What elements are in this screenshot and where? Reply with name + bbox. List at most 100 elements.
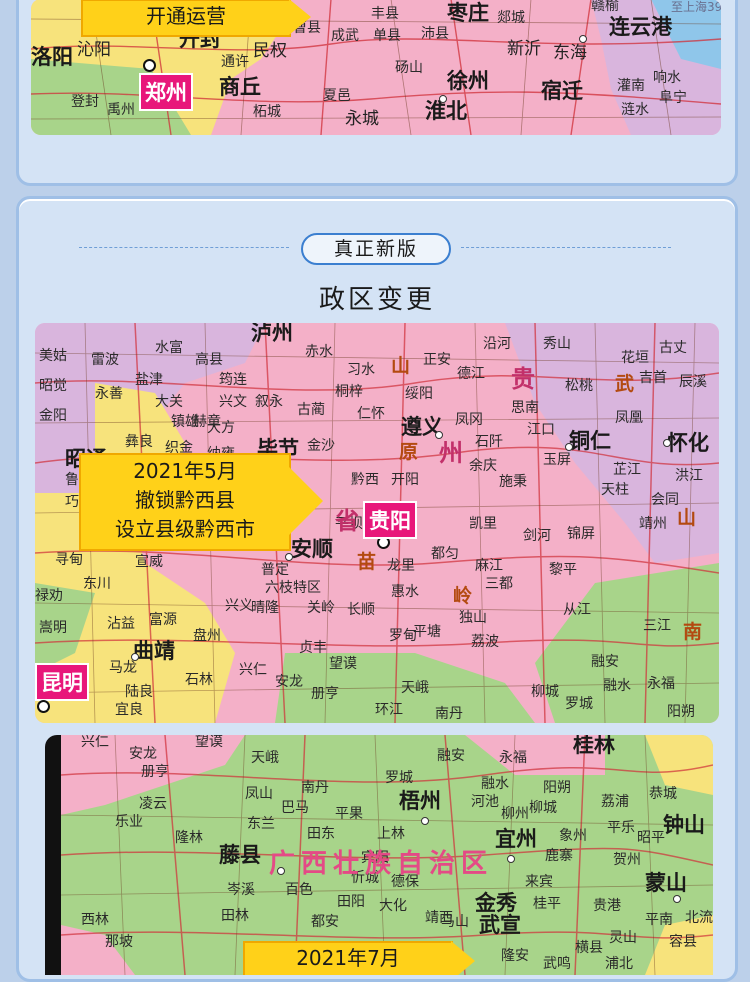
city-dot-icon: [507, 855, 515, 863]
place-label: 锦屏: [567, 526, 595, 542]
place-label: 兴仁: [81, 735, 109, 750]
place-label: 涟水: [621, 102, 649, 118]
place-label: 环江: [375, 702, 403, 718]
place-label: 灌南: [617, 78, 645, 94]
guizhou-map: 泸州 赤水 习水 桐梓 绥阳 正安 沿河 秀山 德江 松桃 花垣 吉首 古丈 辰…: [35, 323, 719, 723]
place-label: 凤冈: [455, 412, 483, 428]
callout-arrow-icon: [289, 467, 323, 535]
place-label: 花垣: [621, 350, 649, 366]
place-label: 隆安: [501, 948, 529, 964]
place-label: 贺州: [613, 852, 641, 868]
city-dot-icon: [579, 35, 587, 43]
callout-text: 2021年7月: [296, 946, 400, 970]
place-label: 成武: [331, 28, 359, 44]
place-label: 蒙山: [645, 871, 687, 895]
place-label: 禄劝: [35, 588, 63, 604]
place-label: 桂平: [533, 896, 561, 912]
place-label: 关岭: [307, 600, 335, 616]
place-label: 枣庄: [447, 1, 489, 25]
place-label: 江口: [527, 422, 555, 438]
place-label: 望谟: [195, 735, 223, 750]
place-label: 昭觉: [39, 378, 67, 394]
place-label: 剑河: [523, 528, 551, 544]
place-label: 淮北: [425, 99, 467, 123]
place-label: 阜宁: [659, 90, 687, 106]
mountain-label: 武: [615, 373, 635, 395]
place-label: 富源: [149, 612, 177, 628]
place-label: 武鸣: [543, 956, 571, 972]
place-label: 凯里: [469, 516, 497, 532]
place-label: 安顺: [291, 537, 333, 561]
place-label: 那坡: [105, 934, 133, 950]
place-label: 凤山: [245, 786, 273, 802]
place-label: 平果: [335, 806, 363, 822]
place-label: 恭城: [649, 786, 677, 802]
place-label: 乐业: [115, 814, 143, 830]
place-label: 南丹: [301, 780, 329, 796]
place-label: 思南: [511, 400, 539, 416]
city-dot-icon: [421, 817, 429, 825]
place-label: 石阡: [475, 434, 503, 450]
place-label: 商丘: [219, 75, 261, 99]
place-label: 象州: [559, 828, 587, 844]
place-label: 昭平: [637, 830, 665, 846]
place-label: 靖州: [639, 516, 667, 532]
place-label: 盐津: [135, 372, 163, 388]
place-label: 宜良: [115, 702, 143, 718]
place-label: 安龙: [129, 746, 157, 762]
place-label: 桐梓: [335, 384, 363, 400]
place-label: 荔波: [471, 634, 499, 650]
region-label: 广西壮族自治区: [269, 849, 494, 879]
place-label: 马山: [441, 914, 469, 930]
place-label: 从江: [563, 602, 591, 618]
place-label: 横县: [575, 940, 603, 956]
place-label: 连云港: [609, 15, 672, 39]
place-label: 高县: [195, 352, 223, 368]
place-label: 钟山: [663, 813, 705, 837]
place-label: 东川: [83, 576, 111, 592]
place-label: 贵港: [593, 898, 621, 914]
place-label: 绥阳: [405, 386, 433, 402]
place-label: 镇雄: [171, 414, 199, 430]
place-label: 河池: [471, 794, 499, 810]
place-label: 普定: [261, 562, 289, 578]
place-label: 夏邑: [323, 88, 351, 104]
place-label: 洛阳: [31, 45, 73, 69]
place-label: 松桃: [565, 378, 593, 394]
place-label: 宿迁: [541, 79, 583, 103]
city-dot-icon: [673, 895, 681, 903]
place-label: 融安: [591, 654, 619, 670]
place-label: 东兰: [247, 816, 275, 832]
place-label: 巴马: [281, 800, 309, 816]
place-label: 寻甸: [55, 552, 83, 568]
capital-tag-guiyang: 贵阳: [363, 501, 417, 539]
place-label: 石林: [185, 672, 213, 688]
heading-rule-left: [79, 247, 289, 248]
place-label: 宜州: [495, 827, 537, 851]
mountain-label: 山: [391, 355, 411, 377]
mountain-label: 原: [399, 441, 419, 463]
place-label: 鹿寨: [545, 848, 573, 864]
province-label: 州: [439, 438, 465, 467]
distance-note: 至上海39: [671, 0, 721, 14]
place-label: 水富: [155, 340, 183, 356]
place-label: 天峨: [401, 680, 429, 696]
place-label: 田阳: [337, 894, 365, 910]
place-label: 吉首: [639, 370, 667, 386]
place-label: 武宣: [479, 913, 521, 937]
place-label: 登封: [71, 94, 99, 110]
place-label: 柳州: [501, 806, 529, 822]
city-dot-icon: [277, 867, 285, 875]
city-dot-icon: [131, 653, 139, 661]
place-label: 北流: [685, 910, 713, 926]
place-label: 徐州: [447, 69, 489, 93]
place-label: 望谟: [329, 656, 357, 672]
place-label: 会同: [651, 492, 679, 508]
place-label: 辰溪: [679, 374, 707, 390]
place-label: 藤县: [219, 843, 261, 867]
capital-tag-zhengzhou: 郑州: [139, 73, 193, 111]
capital-tag-kunming: 昆明: [35, 663, 89, 701]
place-label: 兴仁: [239, 662, 267, 678]
place-label: 砀山: [395, 60, 423, 76]
place-label: 龙里: [387, 558, 415, 574]
